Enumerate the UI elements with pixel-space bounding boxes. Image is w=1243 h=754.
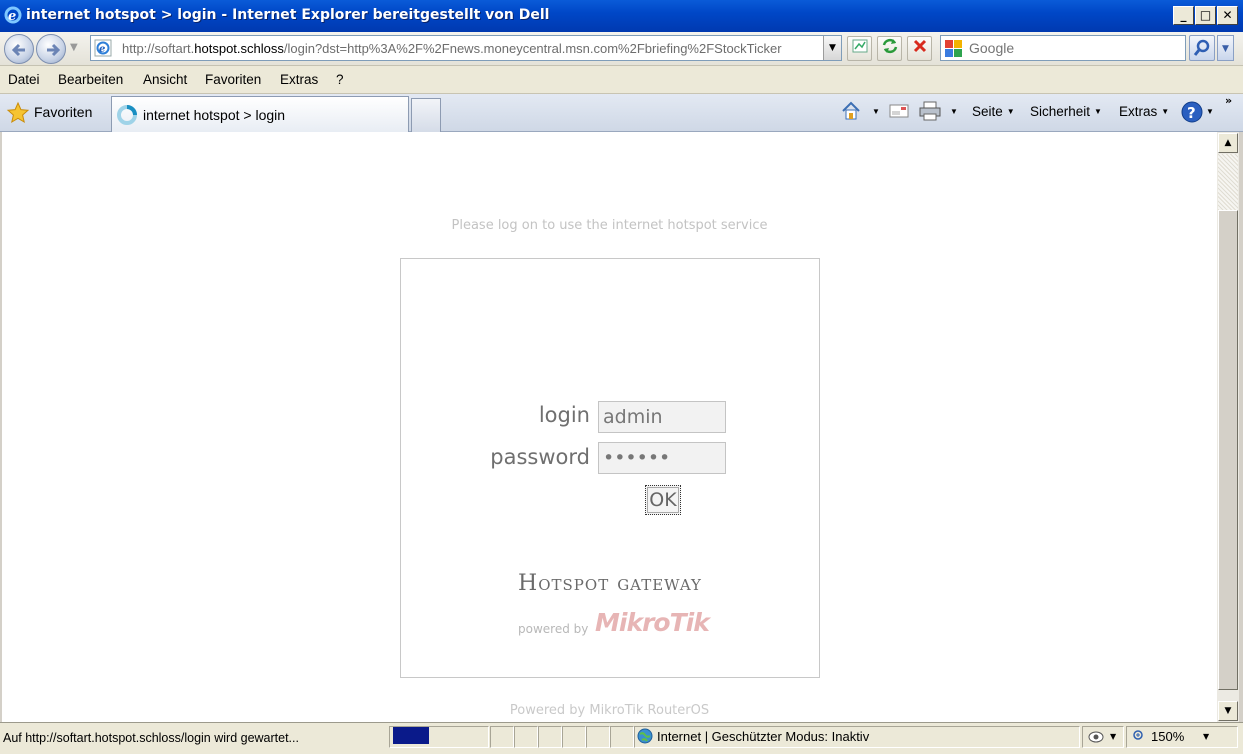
powered-by-label: powered by: [518, 622, 589, 636]
address-url: http://softart.hotspot.schloss/login?dst…: [122, 41, 782, 56]
loading-spinner-icon: [117, 105, 137, 125]
refresh-icon: [882, 38, 897, 54]
search-button[interactable]: [1189, 35, 1215, 61]
stop-button[interactable]: [907, 36, 932, 61]
scroll-thumb[interactable]: [1218, 210, 1238, 690]
tab-title: internet hotspot > login: [143, 107, 286, 123]
new-tab-button[interactable]: [411, 98, 441, 132]
login-box: login password OK Hotspot gateway powere…: [400, 258, 820, 678]
svg-text:e: e: [99, 44, 105, 55]
status-cell-6: [610, 726, 634, 748]
ok-button[interactable]: OK: [645, 485, 681, 515]
home-dropdown-icon[interactable]: ▼: [868, 104, 880, 119]
back-arrow-icon: [11, 43, 25, 57]
extras-menu-button[interactable]: Extras ▼: [1119, 104, 1169, 119]
login-input[interactable]: [598, 401, 726, 433]
password-label: password: [490, 445, 590, 469]
scroll-down-arrow-icon[interactable]: ▼: [1218, 701, 1238, 721]
address-input[interactable]: e http://softart.hotspot.schloss/login?d…: [90, 35, 842, 61]
status-cell-5: [586, 726, 610, 748]
google-icon: [945, 40, 962, 57]
scroll-up-arrow-icon[interactable]: ▲: [1218, 133, 1238, 153]
help-icon[interactable]: ?: [1180, 100, 1204, 124]
close-window-button[interactable]: ✕: [1217, 6, 1238, 25]
zoom-magnifier-icon: [1133, 730, 1143, 740]
search-input[interactable]: [969, 39, 1179, 57]
status-bar: Auf http://softart.hotspot.schloss/login…: [0, 722, 1243, 754]
routeros-footer: Powered by MikroTik RouterOS: [509, 703, 710, 718]
title-bar[interactable]: e internet hotspot > login - Internet Ex…: [0, 0, 1243, 32]
history-dropdown-icon[interactable]: ▼: [70, 42, 78, 53]
security-menu-button[interactable]: Sicherheit ▼: [1030, 104, 1102, 119]
svg-text:e: e: [8, 9, 16, 24]
hotspot-gateway-title: Hotspot gateway: [518, 571, 702, 596]
minimize-button[interactable]: _: [1173, 6, 1194, 25]
home-icon[interactable]: [840, 100, 862, 122]
command-bar: Favoriten internet hotspot > login ▼ ▼ S…: [0, 94, 1243, 132]
star-icon: [6, 101, 30, 124]
menu-favoriten[interactable]: Favoriten: [205, 72, 261, 87]
status-cell-4: [562, 726, 586, 748]
refresh-button[interactable]: [877, 36, 902, 61]
maximize-button[interactable]: □: [1195, 6, 1216, 25]
forward-button[interactable]: [36, 34, 66, 64]
vertical-scrollbar[interactable]: ▲ ▼: [1217, 132, 1239, 722]
compatibility-icon: [852, 39, 867, 53]
zoom-dropdown-icon[interactable]: ▼: [1203, 732, 1209, 741]
mikrotik-logo: MikroTik: [595, 608, 710, 637]
search-box[interactable]: [940, 35, 1186, 61]
favorites-label: Favoriten: [34, 104, 93, 120]
menu-extras[interactable]: Extras: [280, 72, 318, 87]
progress-bar: [393, 727, 429, 744]
page-ie-icon: e: [94, 39, 112, 57]
globe-icon: [637, 728, 653, 744]
tab-internet-hotspot[interactable]: internet hotspot > login: [111, 96, 409, 132]
status-text: Auf http://softart.hotspot.schloss/login…: [3, 731, 299, 745]
login-label: login: [538, 403, 590, 427]
search-options-dropdown[interactable]: ▼: [1217, 35, 1234, 61]
feeds-icon[interactable]: [888, 100, 910, 122]
stop-icon: [913, 39, 926, 53]
magnifier-icon: [1193, 39, 1210, 56]
zone-text: Internet | Geschützter Modus: Inaktiv: [657, 729, 870, 744]
print-dropdown-icon[interactable]: ▼: [946, 104, 958, 119]
forward-arrow-icon: [47, 43, 61, 57]
status-cell-3: [538, 726, 562, 748]
address-dropdown-button[interactable]: ▼: [823, 36, 841, 60]
help-dropdown-icon[interactable]: ▼: [1202, 104, 1214, 119]
login-notice: Please log on to use the internet hotspo…: [451, 218, 768, 233]
zoom-level[interactable]: 150%: [1151, 729, 1184, 744]
more-commands-chevron-icon[interactable]: »: [1225, 94, 1232, 107]
ie-logo-icon: e: [4, 6, 22, 24]
page-menu-button[interactable]: Seite ▼: [972, 104, 1015, 119]
menu-bar: Datei Bearbeiten Ansicht Favoriten Extra…: [0, 66, 1243, 94]
privacy-eye-icon[interactable]: [1088, 729, 1106, 745]
page-content: Please log on to use the internet hotspo…: [2, 132, 1217, 722]
compatibility-view-button[interactable]: [847, 36, 872, 61]
menu-help[interactable]: ?: [336, 72, 344, 87]
menu-ansicht[interactable]: Ansicht: [143, 72, 187, 87]
status-cell-1: [490, 726, 514, 748]
scroll-track[interactable]: [1218, 154, 1238, 210]
back-button[interactable]: [4, 34, 34, 64]
address-toolbar: ▼ e http://softart.hotspot.schloss/login…: [0, 32, 1243, 66]
menu-datei[interactable]: Datei: [8, 72, 40, 87]
status-cell-2: [514, 726, 538, 748]
window-title: internet hotspot > login - Internet Expl…: [26, 7, 550, 23]
menu-bearbeiten[interactable]: Bearbeiten: [58, 72, 123, 87]
svg-text:?: ?: [1187, 104, 1196, 122]
print-icon[interactable]: [918, 100, 942, 122]
password-input[interactable]: [598, 442, 726, 474]
privacy-dropdown-icon[interactable]: ▼: [1110, 732, 1116, 741]
